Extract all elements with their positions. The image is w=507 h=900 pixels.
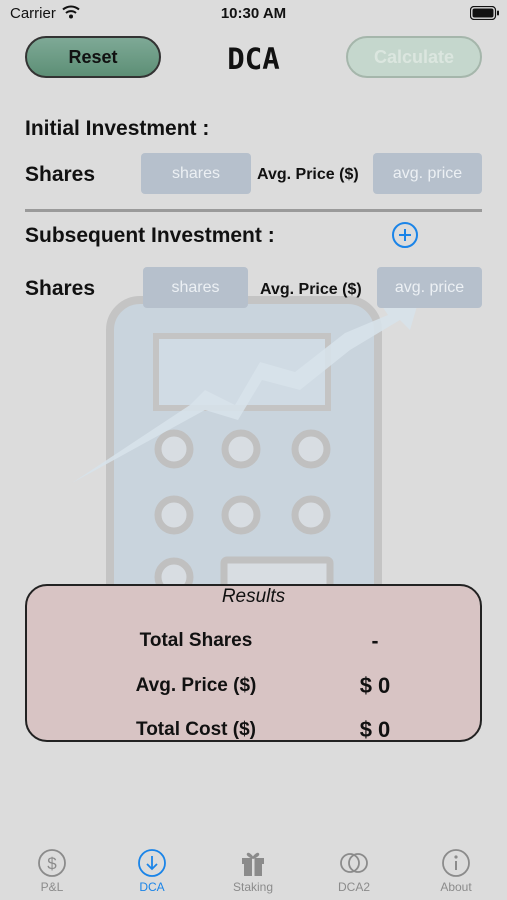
tab-dca[interactable]: DCA xyxy=(112,848,192,894)
avg-price-label: Avg. Price ($) xyxy=(135,675,257,696)
info-circle-icon xyxy=(442,849,470,877)
tab-label: DCA2 xyxy=(337,880,370,894)
tab-label: Staking xyxy=(232,880,274,894)
total-cost-value: $ 0 xyxy=(359,717,391,742)
initial-investment-heading: Initial Investment : xyxy=(25,117,210,140)
total-shares-label: Total Shares xyxy=(139,630,253,651)
section-divider xyxy=(25,209,482,212)
total-cost-label: Total Cost ($) xyxy=(136,719,256,740)
tab-staking[interactable]: Staking xyxy=(213,848,293,894)
tab-label: DCA xyxy=(139,880,165,894)
battery-icon xyxy=(470,6,499,20)
calculate-button[interactable]: Calculate xyxy=(346,36,482,78)
tab-label: P&L xyxy=(40,880,64,894)
subsequent-shares-input[interactable]: shares xyxy=(143,267,248,308)
status-time: 10:30 AM xyxy=(220,5,287,22)
initial-shares-input[interactable]: shares xyxy=(141,153,251,194)
initial-avg-price-label: Avg. Price ($) xyxy=(257,166,359,183)
avg-price-value: $ 0 xyxy=(359,673,391,698)
tab-pnl[interactable]: $ P&L xyxy=(12,848,92,894)
results-title: Results xyxy=(221,586,286,607)
subsequent-avg-price-input[interactable]: avg. price xyxy=(377,267,482,308)
initial-avg-price-input[interactable]: avg. price xyxy=(373,153,482,194)
overlapping-circles-icon xyxy=(340,853,368,873)
svg-text:$: $ xyxy=(47,854,57,873)
total-shares-value: - xyxy=(371,630,379,653)
tab-about[interactable]: About xyxy=(416,848,496,894)
initial-shares-label: Shares xyxy=(25,163,96,186)
subsequent-investment-heading: Subsequent Investment : xyxy=(25,224,275,247)
arrow-down-circle-icon xyxy=(138,849,166,877)
tab-dca2[interactable]: DCA2 xyxy=(314,848,394,894)
tab-bar: $ P&L DCA Staking DCA2 About xyxy=(0,836,507,900)
tab-label: About xyxy=(440,880,472,894)
gift-icon xyxy=(242,852,264,876)
dollar-circle-icon: $ xyxy=(38,849,66,877)
plus-circle-icon[interactable] xyxy=(391,221,419,249)
results-panel: Results Total Shares - Avg. Price ($) $ … xyxy=(25,584,482,742)
subsequent-shares-label: Shares xyxy=(25,277,96,300)
subsequent-avg-price-label: Avg. Price ($) xyxy=(260,281,362,298)
